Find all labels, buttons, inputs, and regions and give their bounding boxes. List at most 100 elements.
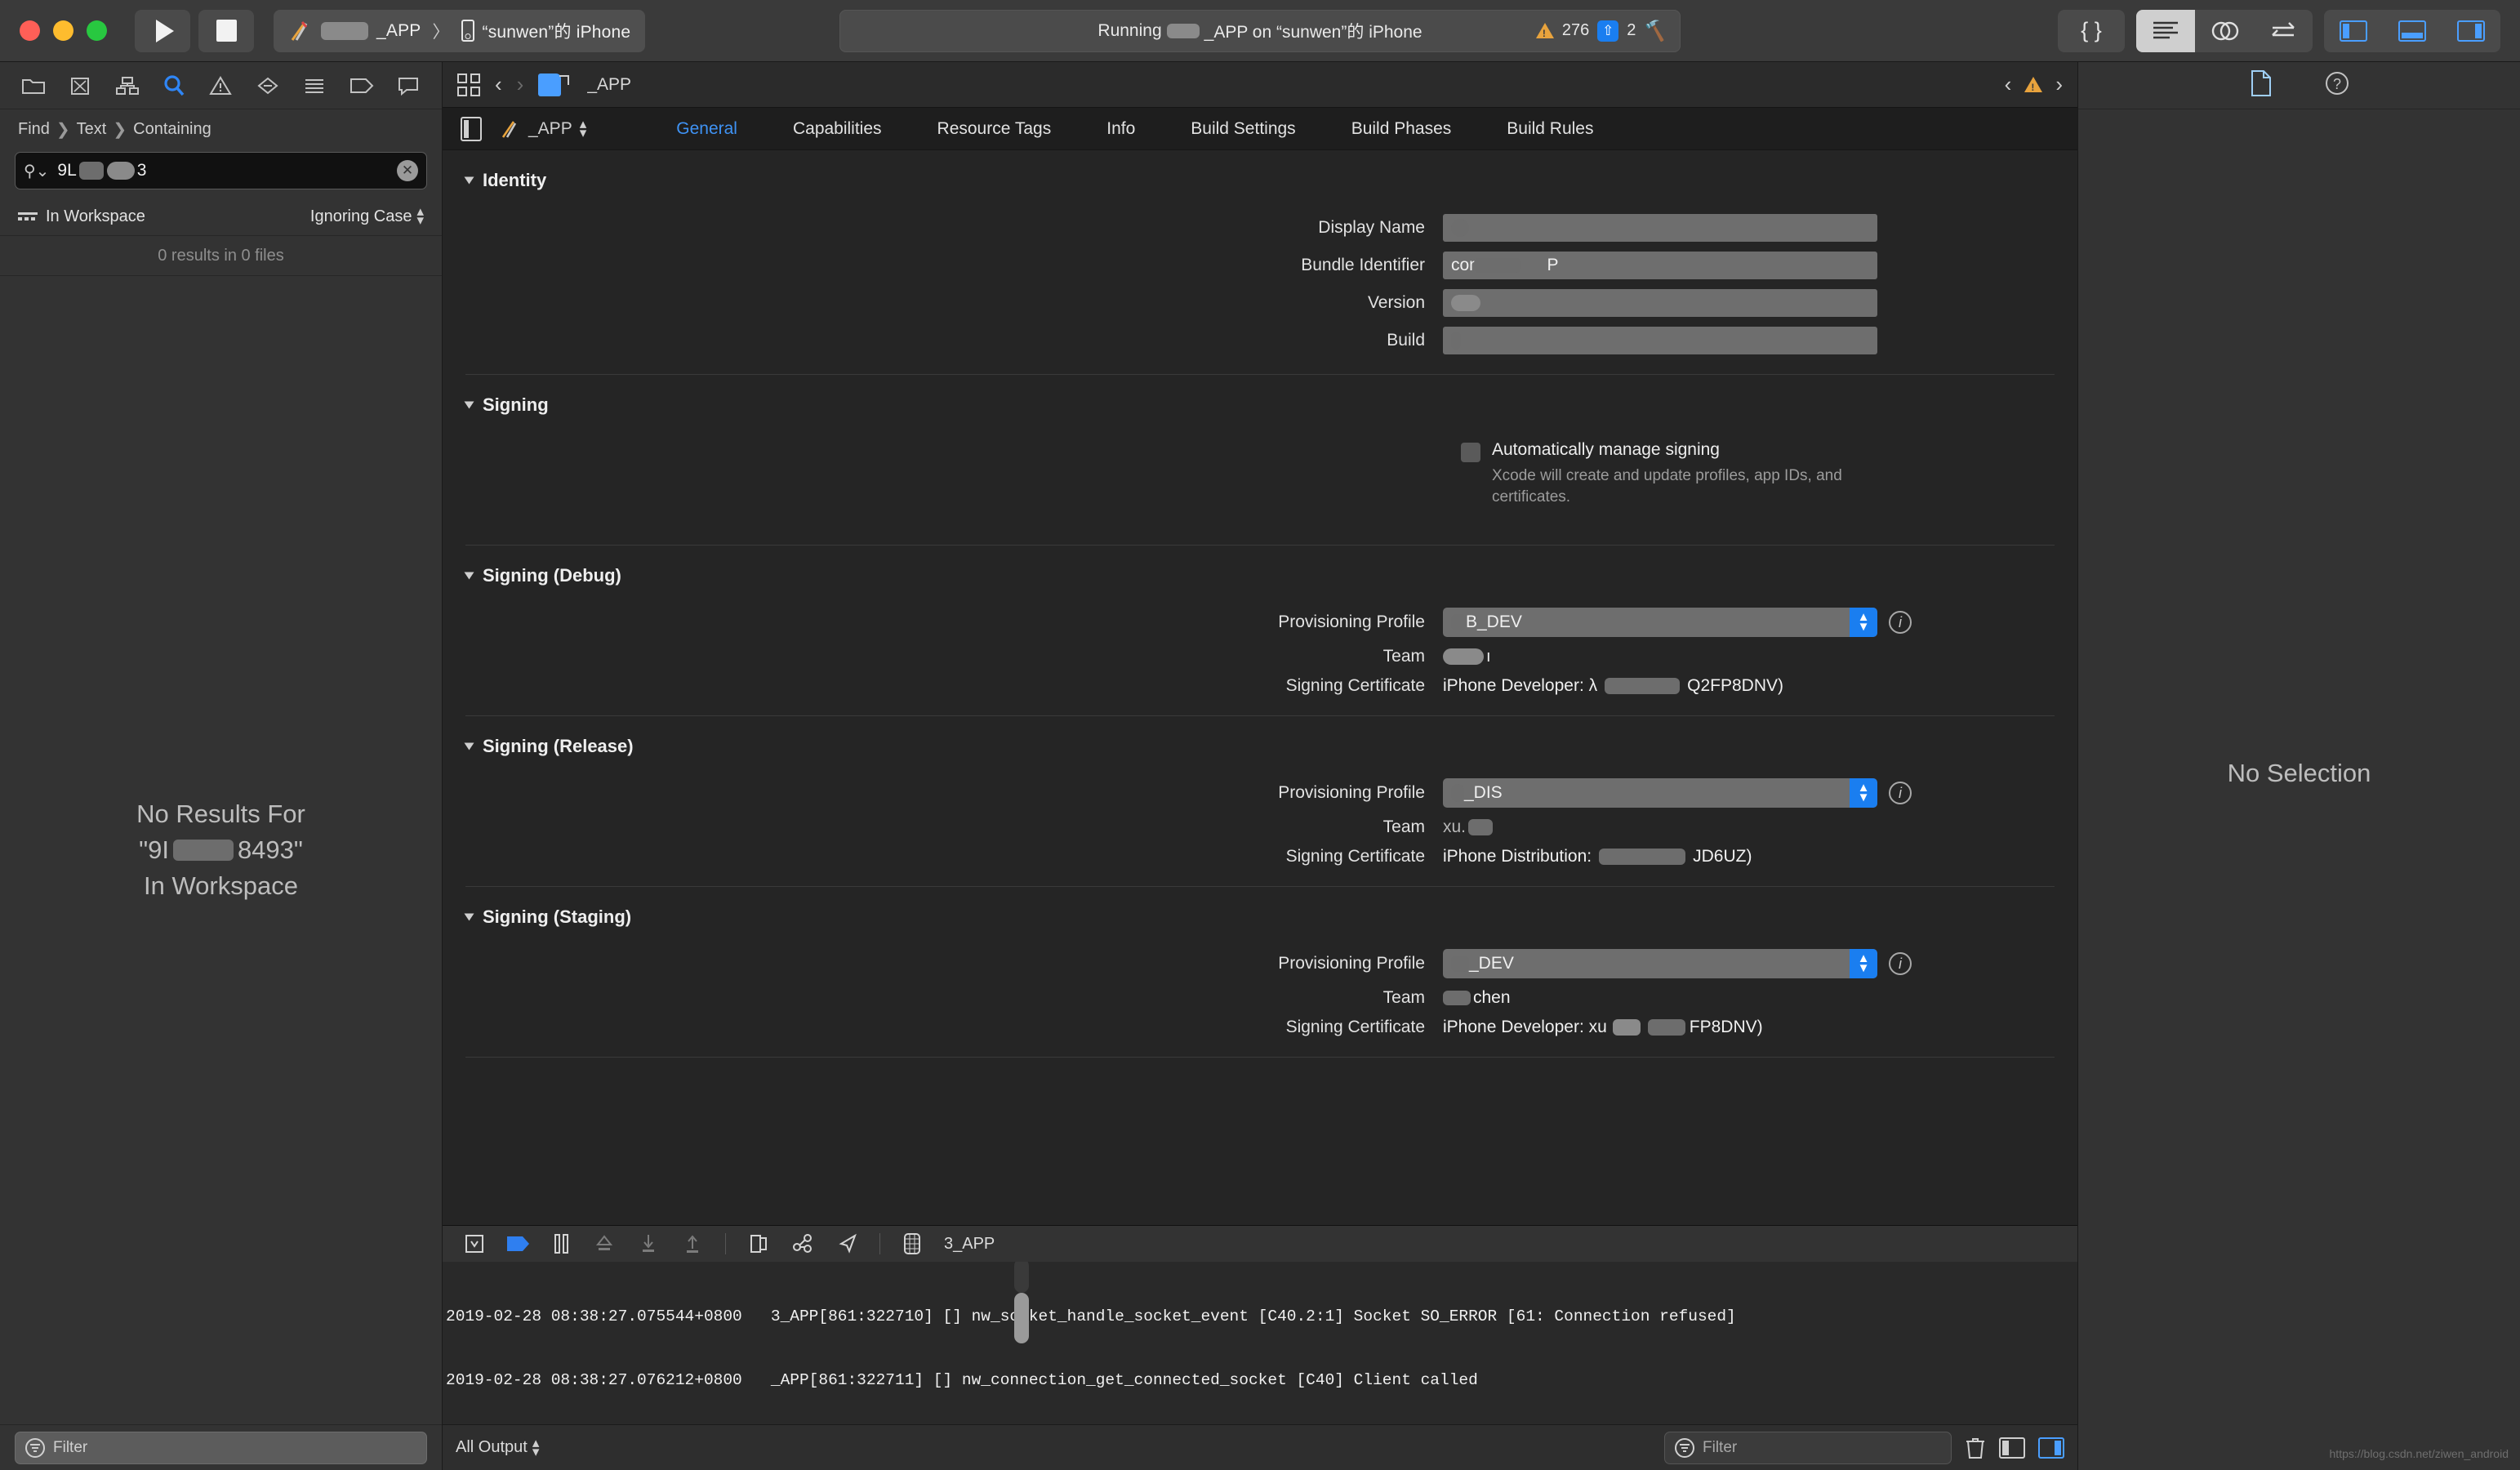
signing-release-section-header[interactable]: Signing (Release)	[443, 716, 2077, 762]
navigate-back-button[interactable]: ‹	[495, 72, 502, 97]
simulate-location-button[interactable]	[837, 1233, 858, 1254]
signing-debug-section-header[interactable]: Signing (Debug)	[443, 546, 2077, 591]
project-file-icon	[538, 73, 570, 96]
previous-issue-button[interactable]: ‹	[2005, 72, 2012, 97]
navigate-forward-button[interactable]: ›	[517, 72, 524, 97]
scheme-and-destination-chooser[interactable]: _APP 〉 “sunwen”的 iPhone	[274, 9, 646, 52]
no-results-redaction	[172, 839, 234, 861]
identity-section-header[interactable]: Identity	[443, 150, 2077, 196]
related-items-icon[interactable]	[457, 73, 480, 96]
tab-quick-help-inspector[interactable]: ?	[2324, 70, 2350, 100]
warning-count[interactable]: 276	[1562, 21, 1589, 40]
output-scope-selector[interactable]: All Output ▴ ▾	[456, 1436, 539, 1458]
environment-overrides-button[interactable]	[902, 1232, 923, 1255]
deactivate-breakpoints-button[interactable]	[506, 1235, 531, 1253]
tab-capabilities[interactable]: Capabilities	[765, 119, 910, 139]
jump-bar-title[interactable]: _APP	[587, 75, 631, 95]
debug-toolbar-divider-2	[879, 1233, 880, 1254]
release-provisioning-profile-select[interactable]: _DIS ▲ ▼	[1443, 778, 1877, 808]
step-out-button[interactable]	[681, 1233, 704, 1254]
assistant-editor-button[interactable]	[2195, 10, 2254, 52]
general-settings-scroll[interactable]: Identity Display Name Bundle Identifier …	[443, 150, 2077, 1225]
release-profile-info-icon[interactable]: i	[1889, 782, 1912, 805]
clear-console-button[interactable]	[1965, 1437, 1986, 1459]
close-button[interactable]	[20, 20, 40, 41]
navigator-filter-input[interactable]: Filter	[15, 1431, 427, 1464]
run-button[interactable]	[135, 9, 190, 52]
sidebar-item-breakpoint-navigator[interactable]	[344, 69, 380, 102]
staging-profile-info-icon[interactable]: i	[1889, 952, 1912, 976]
tab-general[interactable]: General	[648, 119, 765, 139]
toggle-inspector-button[interactable]	[2442, 10, 2500, 52]
minimize-button[interactable]	[53, 20, 73, 41]
sidebar-item-debug-navigator[interactable]	[296, 69, 332, 102]
scope-find[interactable]: Find	[18, 120, 50, 139]
toggle-debug-area-button[interactable]	[2383, 10, 2442, 52]
sidebar-item-project-navigator[interactable]	[16, 69, 51, 102]
standard-editor-button[interactable]	[2136, 9, 2195, 52]
search-input[interactable]: ⚲⌄ 9L 3 ✕	[15, 152, 427, 189]
version-input[interactable]	[1443, 289, 1877, 317]
show-variables-view-button[interactable]	[1999, 1437, 2025, 1459]
scope-text[interactable]: Text	[77, 120, 107, 139]
sidebar-item-issue-navigator[interactable]	[203, 69, 238, 102]
disclosure-triangle-icon[interactable]	[464, 176, 474, 185]
target-selector[interactable]: _APP ▴ ▾	[500, 117, 586, 140]
find-scope-bar[interactable]: Find ❯ Text ❯ Containing	[0, 109, 442, 149]
memory-graph-button[interactable]	[791, 1233, 816, 1254]
find-scope-value[interactable]: In Workspace	[46, 207, 145, 226]
clear-search-icon[interactable]: ✕	[397, 160, 418, 181]
automatically-manage-signing-checkbox[interactable]	[1461, 443, 1480, 462]
step-over-button[interactable]	[593, 1233, 616, 1254]
staging-provisioning-profile-select[interactable]: _DEV ▲ ▼	[1443, 949, 1877, 979]
sidebar-item-report-navigator[interactable]	[390, 69, 426, 102]
continue-button[interactable]	[552, 1233, 572, 1254]
console-output[interactable]: 2019-02-28 08:38:27.075544+0800 3_APP[86…	[443, 1262, 2077, 1424]
disclosure-triangle-icon[interactable]	[464, 572, 474, 580]
step-into-button[interactable]	[637, 1233, 660, 1254]
bundle-identifier-input[interactable]: com. P	[1443, 252, 1877, 279]
debug-profile-info-icon[interactable]: i	[1889, 611, 1912, 635]
version-editor-button[interactable]	[2254, 10, 2313, 52]
tab-build-phases[interactable]: Build Phases	[1324, 119, 1480, 139]
code-snippets-button[interactable]: { }	[2058, 9, 2125, 52]
console-scrollbar-thumb[interactable]	[1014, 1293, 1029, 1343]
sidebar-item-find-navigator[interactable]	[156, 69, 192, 102]
case-option-control[interactable]: Ignoring Case ▴ ▾	[310, 205, 424, 227]
tab-info[interactable]: Info	[1079, 119, 1163, 139]
build-input[interactable]	[1443, 327, 1877, 354]
source-control-count[interactable]: 2	[1627, 21, 1636, 40]
signing-section-header[interactable]: Signing	[443, 375, 2077, 421]
debug-provisioning-profile-select[interactable]: B_DEV ▲ ▼	[1443, 608, 1877, 638]
view-debugging-button[interactable]	[747, 1233, 770, 1254]
tab-build-settings[interactable]: Build Settings	[1163, 119, 1323, 139]
source-control-icon[interactable]: ⇧	[1597, 20, 1619, 42]
search-magnifier-icon[interactable]: ⚲⌄	[24, 161, 49, 181]
debug-toolbar-divider	[725, 1233, 726, 1254]
toggle-navigator-button[interactable]	[2324, 10, 2383, 52]
staging-signing-certificate-row: Signing Certificate iPhone Developer: xu…	[443, 1013, 2077, 1042]
report-bubble-icon	[398, 77, 419, 96]
tab-file-inspector[interactable]	[2249, 69, 2273, 101]
tab-build-rules[interactable]: Build Rules	[1479, 119, 1621, 139]
next-issue-button[interactable]: ›	[2055, 72, 2063, 97]
tab-resource-tags[interactable]: Resource Tags	[910, 119, 1080, 139]
release-profile-value: _DIS	[1464, 783, 1503, 803]
debug-profile-label: Provisioning Profile	[1278, 612, 1425, 632]
zoom-button[interactable]	[87, 20, 107, 41]
disclosure-triangle-icon[interactable]	[464, 913, 474, 921]
toggle-project-sidebar-button[interactable]	[461, 116, 482, 141]
console-filter-input[interactable]: Filter	[1664, 1431, 1952, 1464]
sidebar-item-test-navigator[interactable]	[250, 69, 286, 102]
sidebar-item-source-control-navigator[interactable]	[62, 69, 98, 102]
scope-containing[interactable]: Containing	[133, 120, 211, 139]
stop-button[interactable]	[198, 9, 254, 52]
disclosure-triangle-icon[interactable]	[464, 742, 474, 751]
issue-warning-icon[interactable]	[2024, 77, 2043, 93]
display-name-input[interactable]	[1443, 214, 1877, 242]
show-console-view-button[interactable]	[2038, 1437, 2064, 1459]
disclosure-triangle-icon[interactable]	[464, 401, 474, 409]
hide-debug-area-button[interactable]	[464, 1233, 485, 1254]
sidebar-item-symbol-navigator[interactable]	[109, 69, 145, 102]
signing-staging-section-header[interactable]: Signing (Staging)	[443, 887, 2077, 933]
